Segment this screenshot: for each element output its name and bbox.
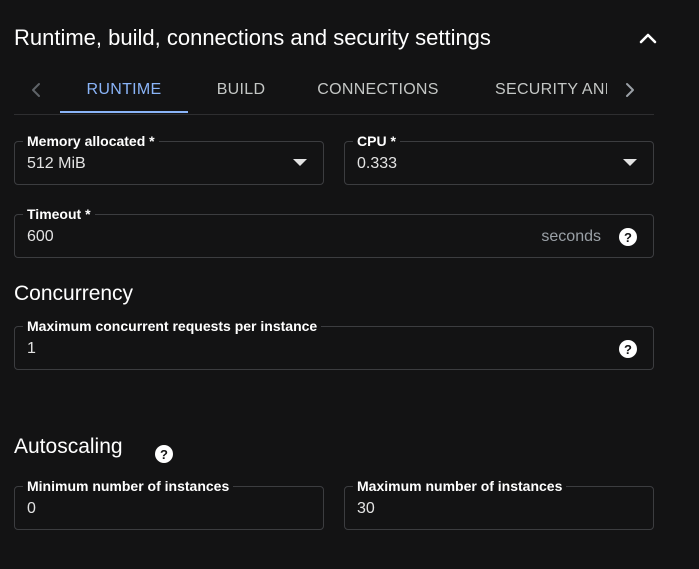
concurrency-heading: Concurrency	[14, 282, 134, 305]
chevron-up-icon	[639, 33, 657, 44]
timeout-suffix: seconds	[541, 228, 601, 245]
help-icon[interactable]: ?	[619, 340, 637, 358]
settings-tabs: RUNTIME BUILD CONNECTIONS SECURITY AND	[14, 66, 654, 115]
max-instances-label: Maximum number of instances	[353, 477, 567, 495]
help-icon[interactable]: ?	[619, 228, 637, 246]
chevron-left-icon	[32, 83, 40, 97]
tab-security[interactable]: SECURITY AND	[495, 66, 607, 113]
max-instances-value: 30	[357, 500, 375, 517]
min-instances-field[interactable]: Minimum number of instances 0	[14, 477, 324, 530]
timeout-label: Timeout *	[23, 205, 95, 223]
max-concurrent-requests-field[interactable]: Maximum concurrent requests per instance…	[14, 317, 654, 370]
timeout-field[interactable]: Timeout * 600 seconds ?	[14, 205, 654, 258]
arrow-drop-down-icon[interactable]	[293, 159, 307, 166]
cpu-value: 0.333	[357, 155, 398, 172]
timeout-value: 600	[27, 228, 54, 245]
min-instances-label: Minimum number of instances	[23, 477, 234, 495]
cpu-label: CPU *	[353, 132, 400, 150]
max-concurrent-requests-label: Maximum concurrent requests per instance	[23, 317, 322, 335]
max-instances-field[interactable]: Maximum number of instances 30	[344, 477, 654, 530]
tab-scroll-right-button[interactable]	[620, 78, 640, 102]
help-icon[interactable]: ?	[155, 445, 173, 463]
tab-build[interactable]: BUILD	[206, 66, 276, 113]
tab-connections[interactable]: CONNECTIONS	[310, 66, 446, 113]
memory-select[interactable]: Memory allocated * 512 MiB	[14, 132, 324, 185]
section-title: Runtime, build, connections and security…	[14, 25, 491, 50]
tab-runtime[interactable]: RUNTIME	[60, 66, 188, 113]
memory-value: 512 MiB	[27, 155, 86, 172]
section-header: Runtime, build, connections and security…	[14, 24, 680, 52]
min-instances-value: 0	[27, 500, 36, 517]
collapse-button[interactable]	[636, 26, 660, 50]
arrow-drop-down-icon[interactable]	[623, 159, 637, 166]
memory-label: Memory allocated *	[23, 132, 159, 150]
chevron-right-icon	[626, 83, 634, 97]
autoscaling-heading: Autoscaling	[14, 435, 123, 458]
cpu-select[interactable]: CPU * 0.333	[344, 132, 654, 185]
max-concurrent-requests-value: 1	[27, 340, 36, 357]
tab-scroll-left-button[interactable]	[26, 78, 46, 102]
